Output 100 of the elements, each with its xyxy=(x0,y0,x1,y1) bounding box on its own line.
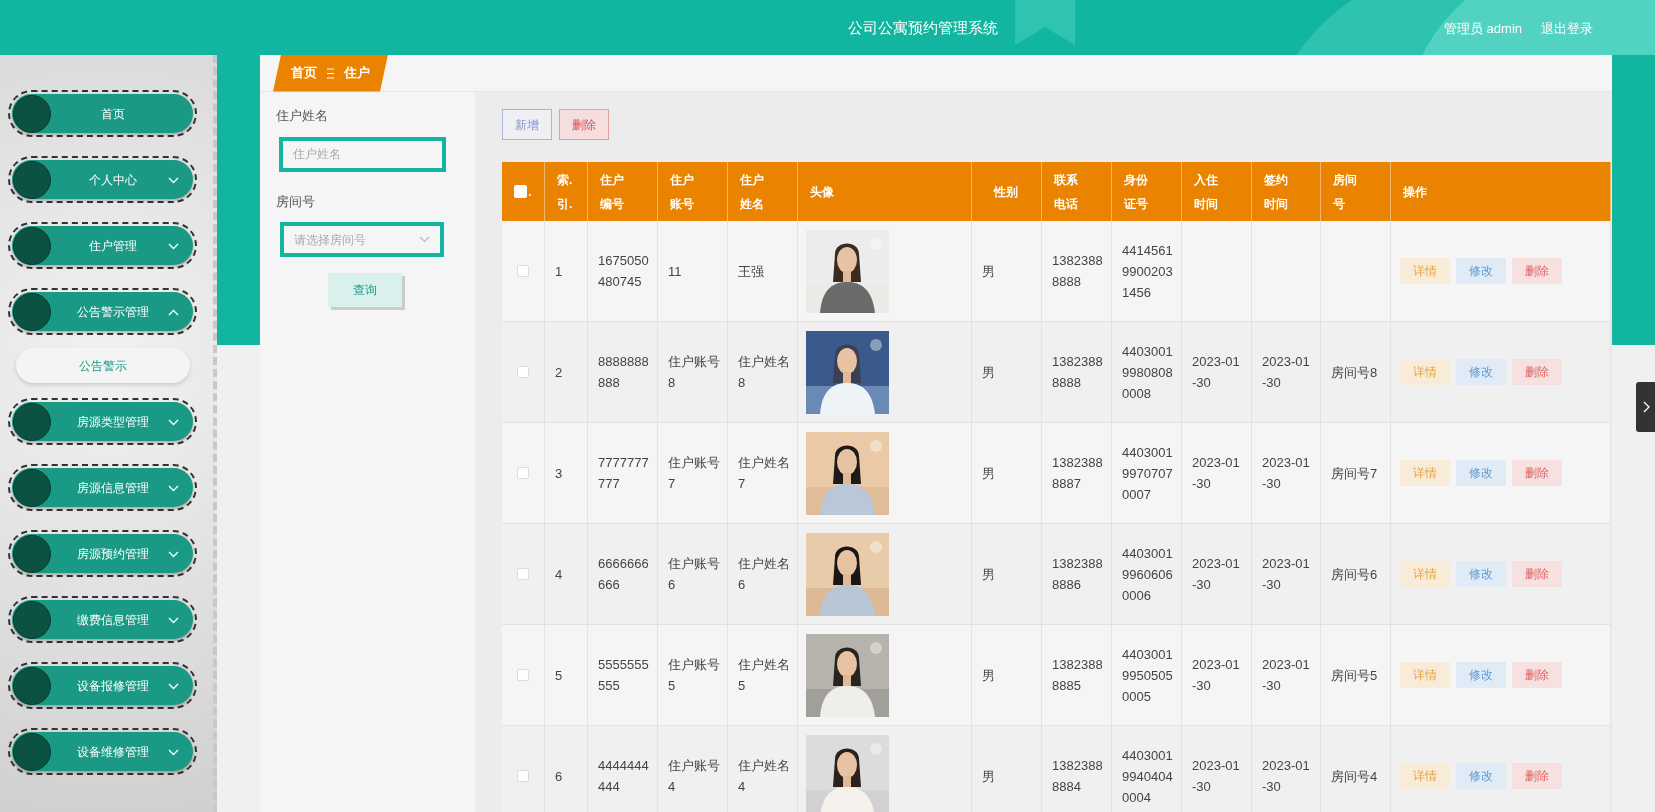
room-select[interactable]: 请选择房间号 xyxy=(280,222,444,257)
delete-button[interactable]: 删除 xyxy=(1512,662,1562,688)
chevron-down-icon xyxy=(419,236,430,243)
table-cell-text: 2023-01-30 xyxy=(1262,555,1311,594)
menu-item[interactable]: 房源类型管理 xyxy=(12,402,193,441)
select-all-checkbox[interactable] xyxy=(514,185,528,198)
name-input-field[interactable]: 住户姓名 xyxy=(279,136,446,172)
table-cell-text: 2023-01-30 xyxy=(1192,353,1241,392)
detail-button[interactable]: 详情 xyxy=(1400,561,1450,587)
column-header[interactable]: 住户账号 xyxy=(670,167,695,216)
menu-item[interactable]: 设备报修管理 xyxy=(12,666,193,705)
logout-link[interactable]: 退出登录 xyxy=(1541,19,1593,39)
column-header[interactable]: 操作 xyxy=(1403,179,1428,204)
delete-button[interactable]: 删除 xyxy=(1512,359,1562,385)
row-checkbox[interactable] xyxy=(517,265,529,277)
detail-button[interactable]: 详情 xyxy=(1400,763,1450,789)
table-cell-text: 住户账号7 xyxy=(668,454,721,493)
menu-item[interactable]: 公告警示管理 xyxy=(12,292,193,331)
table-cell-text: 住户账号4 xyxy=(668,757,721,796)
add-button[interactable]: 新增 xyxy=(502,109,552,140)
table-cell-text: 2023-01-30 xyxy=(1192,555,1241,594)
table-cell-text: 8888888888 xyxy=(598,353,650,392)
table-cell-text: 440300199808080008 xyxy=(1122,342,1174,403)
menu-item[interactable]: 房源信息管理 xyxy=(12,468,193,507)
admin-label: 管理员 admin xyxy=(1444,20,1523,38)
row-checkbox[interactable] xyxy=(517,568,529,580)
table-cell-text: 7777777777 xyxy=(598,454,650,493)
table-cell-text: 男 xyxy=(982,464,995,483)
delete-button[interactable]: 删除 xyxy=(559,109,609,140)
checkbox-label: . xyxy=(528,183,532,201)
table-cell-text: 房间号8 xyxy=(1331,363,1378,382)
table-cell-text: 男 xyxy=(982,565,995,584)
table-cell-text: 住户账号8 xyxy=(668,353,721,392)
row-checkbox[interactable] xyxy=(517,467,529,479)
table-cell-text: 13823888887 xyxy=(1052,454,1104,493)
edit-button[interactable]: 修改 xyxy=(1456,662,1506,688)
row-checkbox[interactable] xyxy=(517,770,529,782)
detail-button[interactable]: 详情 xyxy=(1400,359,1450,385)
edit-button[interactable]: 修改 xyxy=(1456,561,1506,587)
column-header[interactable]: 签约时间 xyxy=(1264,167,1289,216)
column-header[interactable]: 性别 xyxy=(994,179,1019,204)
detail-button[interactable]: 详情 xyxy=(1400,258,1450,284)
table-cell-text: 13823888888 xyxy=(1052,252,1104,291)
table-cell-text: 3 xyxy=(555,464,563,483)
table-cell-text: 440300199707070007 xyxy=(1122,443,1174,504)
edit-button[interactable]: 修改 xyxy=(1456,258,1506,284)
column-header[interactable]: 联系电话 xyxy=(1054,167,1079,216)
separator-icon xyxy=(327,67,334,79)
table-cell-text: 男 xyxy=(982,767,995,786)
menu-item[interactable]: 住户管理 xyxy=(12,226,193,265)
table-cell-text: 住户姓名7 xyxy=(738,454,791,493)
menu-item[interactable]: 首页 xyxy=(12,94,193,133)
table-cell-text: 男 xyxy=(982,666,995,685)
edit-button[interactable]: 修改 xyxy=(1456,460,1506,486)
table-cell-text: 441456199002031456 xyxy=(1122,241,1174,302)
table-cell-text: 2023-01-30 xyxy=(1192,454,1241,493)
delete-button[interactable]: 删除 xyxy=(1512,561,1562,587)
column-header[interactable]: 住户姓名 xyxy=(740,167,765,216)
table-cell-text: 2023-01-30 xyxy=(1192,757,1241,796)
breadcrumb-link[interactable]: 首页 xyxy=(291,63,317,83)
table-cell-text: 1 xyxy=(555,262,563,281)
edit-button[interactable]: 修改 xyxy=(1456,359,1506,385)
menu-item[interactable]: 缴费信息管理 xyxy=(12,600,193,639)
system-title: 公司公寓预约管理系统 xyxy=(848,18,998,38)
table-cell-text: 住户账号6 xyxy=(668,555,721,594)
table-cell-text: 5555555555 xyxy=(598,656,650,695)
delete-button[interactable]: 删除 xyxy=(1512,460,1562,486)
search-button[interactable]: 查询 xyxy=(328,273,402,307)
table-cell-text: 男 xyxy=(982,262,995,281)
edit-button[interactable]: 修改 xyxy=(1456,763,1506,789)
table-cell-text: 房间号6 xyxy=(1331,565,1378,584)
table-cell-text: 6666666666 xyxy=(598,555,650,594)
column-header[interactable]: 房间号 xyxy=(1333,167,1358,216)
row-checkbox[interactable] xyxy=(517,366,529,378)
column-header[interactable]: 住户编号 xyxy=(600,167,625,216)
table-cell-text: 男 xyxy=(982,363,995,382)
delete-button[interactable]: 删除 xyxy=(1512,763,1562,789)
row-checkbox[interactable] xyxy=(517,669,529,681)
side-toggle-button[interactable] xyxy=(1636,382,1655,432)
column-header[interactable]: 入住时间 xyxy=(1194,167,1219,216)
menu-item[interactable]: 设备维修管理 xyxy=(12,732,193,771)
table-cell-text: 13823888886 xyxy=(1052,555,1104,594)
detail-button[interactable]: 详情 xyxy=(1400,460,1450,486)
table-cell-text: 王强 xyxy=(738,262,765,281)
submenu-item[interactable]: 公告警示 xyxy=(16,348,190,383)
menu-item[interactable]: 个人中心 xyxy=(12,160,193,199)
column-header[interactable]: 身份证号 xyxy=(1124,167,1149,216)
menu-item[interactable]: 房源预约管理 xyxy=(12,534,193,573)
column-header[interactable]: 头像 xyxy=(810,179,835,204)
breadcrumb-link[interactable]: 住户 xyxy=(344,63,370,83)
column-header[interactable]: 索.引. xyxy=(557,167,574,216)
table-cell-text: 2023-01-30 xyxy=(1192,656,1241,695)
detail-button[interactable]: 详情 xyxy=(1400,662,1450,688)
table-cell-text: 440300199606060006 xyxy=(1122,544,1174,605)
table-cell-text: 2023-01-30 xyxy=(1262,353,1311,392)
table-cell-text: 2023-01-30 xyxy=(1262,656,1311,695)
table-cell-text: 住户姓名4 xyxy=(738,757,791,796)
delete-button[interactable]: 删除 xyxy=(1512,258,1562,284)
table-cell-text: 住户姓名8 xyxy=(738,353,791,392)
field-label: 房间号 xyxy=(276,192,316,211)
